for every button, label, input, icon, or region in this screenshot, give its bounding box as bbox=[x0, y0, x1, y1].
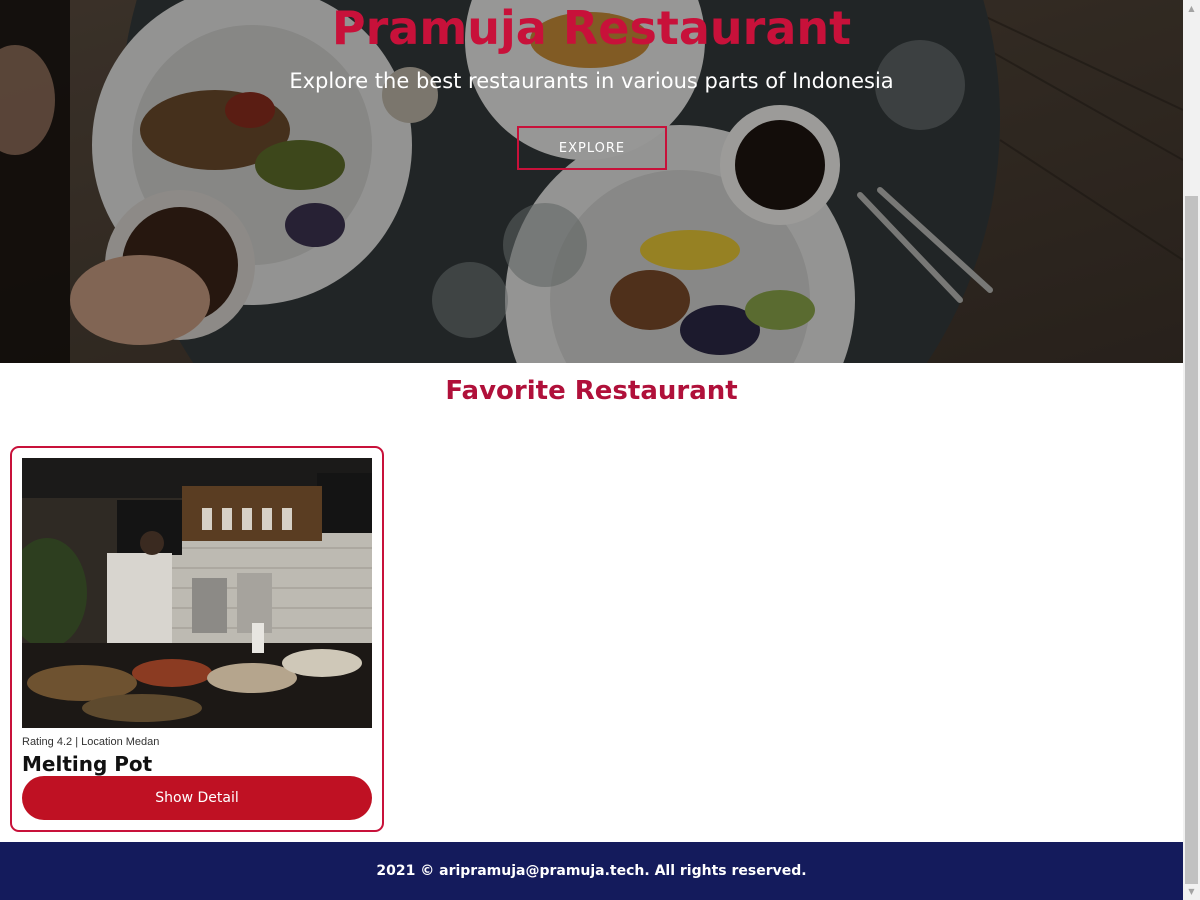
show-detail-button[interactable]: Show Detail bbox=[22, 776, 372, 820]
vertical-scrollbar[interactable]: ▲ ▼ bbox=[1183, 0, 1200, 900]
restaurant-rating-location: Rating 4.2 | Location Medan bbox=[22, 736, 160, 748]
scroll-down-arrow-icon[interactable]: ▼ bbox=[1183, 883, 1200, 900]
explore-button[interactable]: EXPLORE bbox=[517, 126, 667, 170]
favorite-restaurant-heading: Favorite Restaurant bbox=[445, 376, 738, 406]
hero-title: Pramuja Restaurant bbox=[331, 1, 852, 55]
hero-section: Pramuja Restaurant Explore the best rest… bbox=[0, 0, 1183, 363]
restaurant-image bbox=[22, 458, 372, 728]
restaurant-card: Rating 4.2 | Location Medan Melting Pot … bbox=[10, 446, 384, 832]
restaurant-name: Melting Pot bbox=[22, 752, 153, 776]
scroll-up-arrow-icon[interactable]: ▲ bbox=[1183, 0, 1200, 17]
page: Pramuja Restaurant Explore the best rest… bbox=[0, 0, 1183, 900]
footer: 2021 © aripramuja@pramuja.tech. All righ… bbox=[0, 842, 1183, 900]
footer-copyright: 2021 © aripramuja@pramuja.tech. All righ… bbox=[376, 863, 807, 879]
scrollbar-thumb[interactable] bbox=[1185, 196, 1198, 884]
restaurant-photo bbox=[22, 458, 372, 728]
hero-subtitle: Explore the best restaurants in various … bbox=[289, 69, 894, 93]
